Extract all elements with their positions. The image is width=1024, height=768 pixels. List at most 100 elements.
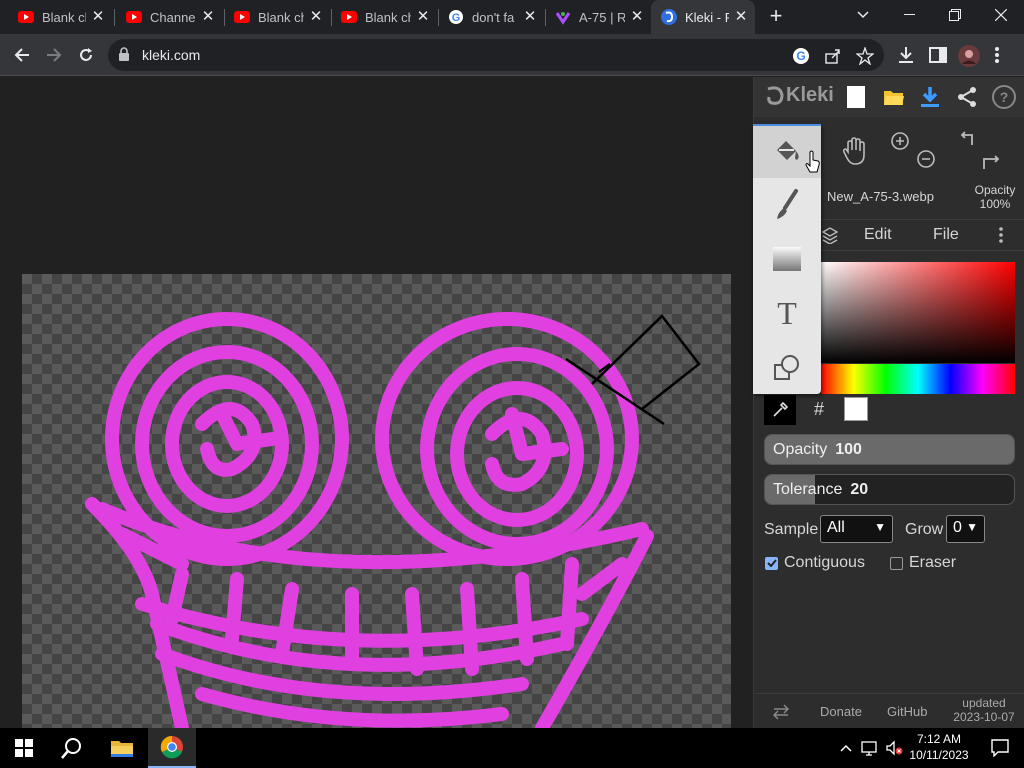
minimize-button[interactable] — [886, 0, 932, 30]
sample-label: Sample — [764, 521, 819, 538]
browser-tab[interactable]: G don't fa ✕ — [438, 0, 544, 34]
open-folder-icon[interactable] — [880, 83, 908, 111]
more-menu-icon[interactable] — [999, 226, 1003, 249]
search-icon — [61, 738, 81, 759]
eraser-checkbox[interactable]: Eraser — [890, 554, 956, 572]
shapes-icon — [774, 355, 799, 380]
browser-tab[interactable]: Blank ch ✕ — [8, 0, 112, 34]
color-picker-sv[interactable] — [821, 262, 1015, 363]
tray-chevron-up-icon[interactable] — [834, 728, 858, 768]
close-icon[interactable]: ✕ — [415, 9, 431, 25]
youtube-icon — [341, 9, 357, 25]
browser-tab[interactable]: Blank ch ✕ — [331, 0, 437, 34]
tab-title: Kleki - P — [685, 9, 729, 25]
share-icon[interactable] — [824, 47, 842, 65]
tab-title: don't fa — [472, 9, 515, 25]
windows-taskbar: 7:12 AM 10/11/2023 — [0, 728, 1024, 768]
file-name: New_A-75-3.webp — [827, 189, 934, 204]
reload-button[interactable] — [72, 41, 100, 69]
tab-title: Blank ch — [42, 9, 86, 25]
address-bar[interactable]: kleki.com G — [108, 39, 884, 71]
drawing-canvas[interactable] — [22, 274, 731, 728]
network-icon[interactable] — [858, 728, 882, 768]
shape-tool[interactable] — [753, 340, 821, 394]
chrome-taskbar-button[interactable] — [148, 728, 196, 768]
zoom-in-icon — [891, 132, 909, 150]
secondary-color-swatch[interactable] — [844, 397, 868, 421]
forward-button[interactable] — [40, 41, 68, 69]
updated-info: updated 2023-10-07 — [953, 696, 1015, 724]
tab-title: Blank ch — [365, 9, 411, 25]
layers-icon[interactable] — [821, 226, 839, 249]
text-tool[interactable]: T — [753, 286, 821, 340]
pink-strokes — [85, 312, 654, 728]
contiguous-checkbox[interactable]: Contiguous — [765, 554, 865, 572]
swap-sides-icon[interactable] — [771, 704, 791, 723]
search-button[interactable] — [48, 728, 96, 768]
close-icon[interactable]: ✕ — [200, 9, 216, 25]
folder-icon — [111, 741, 133, 757]
hex-input-button[interactable]: # — [814, 399, 824, 420]
tab-title: A-75 | R — [579, 9, 625, 25]
browser-tab[interactable]: Channel ✕ — [116, 0, 222, 34]
github-link[interactable]: GitHub — [887, 704, 927, 719]
zoom-out-icon — [917, 150, 935, 168]
browser-tab[interactable]: Blank ch ✕ — [224, 0, 330, 34]
volume-muted-icon[interactable] — [882, 728, 906, 768]
new-image-icon[interactable] — [842, 83, 870, 111]
tolerance-slider[interactable]: Tolerance 20 — [764, 474, 1015, 505]
google-lens-icon[interactable]: G — [792, 47, 810, 65]
opacity-slider[interactable]: Opacity 100 — [764, 434, 1015, 465]
back-button[interactable] — [8, 41, 36, 69]
hand-cursor-icon — [805, 150, 820, 173]
close-icon[interactable]: ✕ — [629, 9, 645, 25]
hand-icon[interactable] — [830, 127, 880, 175]
profile-avatar[interactable] — [958, 45, 980, 67]
download-icon[interactable] — [896, 45, 916, 65]
brush-tool[interactable] — [753, 178, 821, 232]
new-tab-button[interactable]: + — [764, 5, 788, 29]
eraser-label: Eraser — [909, 554, 957, 571]
tab-edit[interactable]: Edit — [864, 226, 892, 244]
restore-button[interactable] — [932, 0, 978, 30]
tab-search-button[interactable] — [840, 0, 886, 30]
close-window-button[interactable] — [978, 0, 1024, 30]
hue-slider[interactable] — [821, 364, 1015, 394]
close-icon[interactable]: ✕ — [522, 9, 538, 25]
undo-redo-controls — [954, 127, 1004, 175]
notifications-button[interactable] — [976, 728, 1024, 768]
checkbox-checked[interactable] — [765, 556, 778, 570]
side-panel-icon[interactable] — [928, 45, 948, 65]
canvas-area[interactable] — [0, 77, 753, 728]
share-icon[interactable] — [953, 83, 981, 111]
start-button[interactable] — [0, 728, 48, 768]
bookmark-star-icon[interactable] — [855, 45, 875, 66]
google-icon: G — [448, 9, 464, 25]
close-icon[interactable]: ✕ — [733, 9, 749, 25]
tab-file[interactable]: File — [933, 226, 959, 244]
close-icon[interactable]: ✕ — [308, 9, 324, 25]
browser-tab-strip: Blank ch ✕ Channel ✕ Blank ch ✕ Blank ch… — [0, 0, 1024, 34]
gradient-tool[interactable] — [753, 232, 821, 286]
sample-select[interactable]: All ▼ — [820, 515, 893, 543]
download-image-icon[interactable] — [916, 83, 944, 111]
close-icon[interactable]: ✕ — [90, 9, 106, 25]
eyedropper-icon[interactable] — [764, 395, 796, 425]
kleki-logo[interactable]: Kleki — [764, 84, 834, 107]
browser-tab[interactable]: A-75 | R ✕ — [545, 0, 651, 34]
menu-kebab-icon[interactable] — [994, 45, 1014, 65]
help-icon[interactable]: ? — [990, 83, 1018, 111]
browser-toolbar: kleki.com G — [0, 34, 1024, 76]
grow-select[interactable]: 0 ▼ — [946, 515, 985, 543]
color-row: # — [764, 395, 869, 425]
checkbox-unchecked[interactable] — [890, 556, 903, 570]
clock-date: 10/11/2023 — [909, 748, 969, 762]
file-explorer-button[interactable] — [98, 728, 146, 768]
system-clock[interactable]: 7:12 AM 10/11/2023 — [905, 731, 973, 763]
browser-tab-active[interactable]: Kleki - P ✕ — [651, 0, 755, 34]
opacity-slider-label: Opacity — [773, 441, 828, 458]
kleki-logo-icon — [767, 85, 784, 105]
zoom-controls — [886, 127, 936, 175]
svg-text:G: G — [796, 49, 805, 63]
donate-link[interactable]: Donate — [820, 704, 862, 719]
